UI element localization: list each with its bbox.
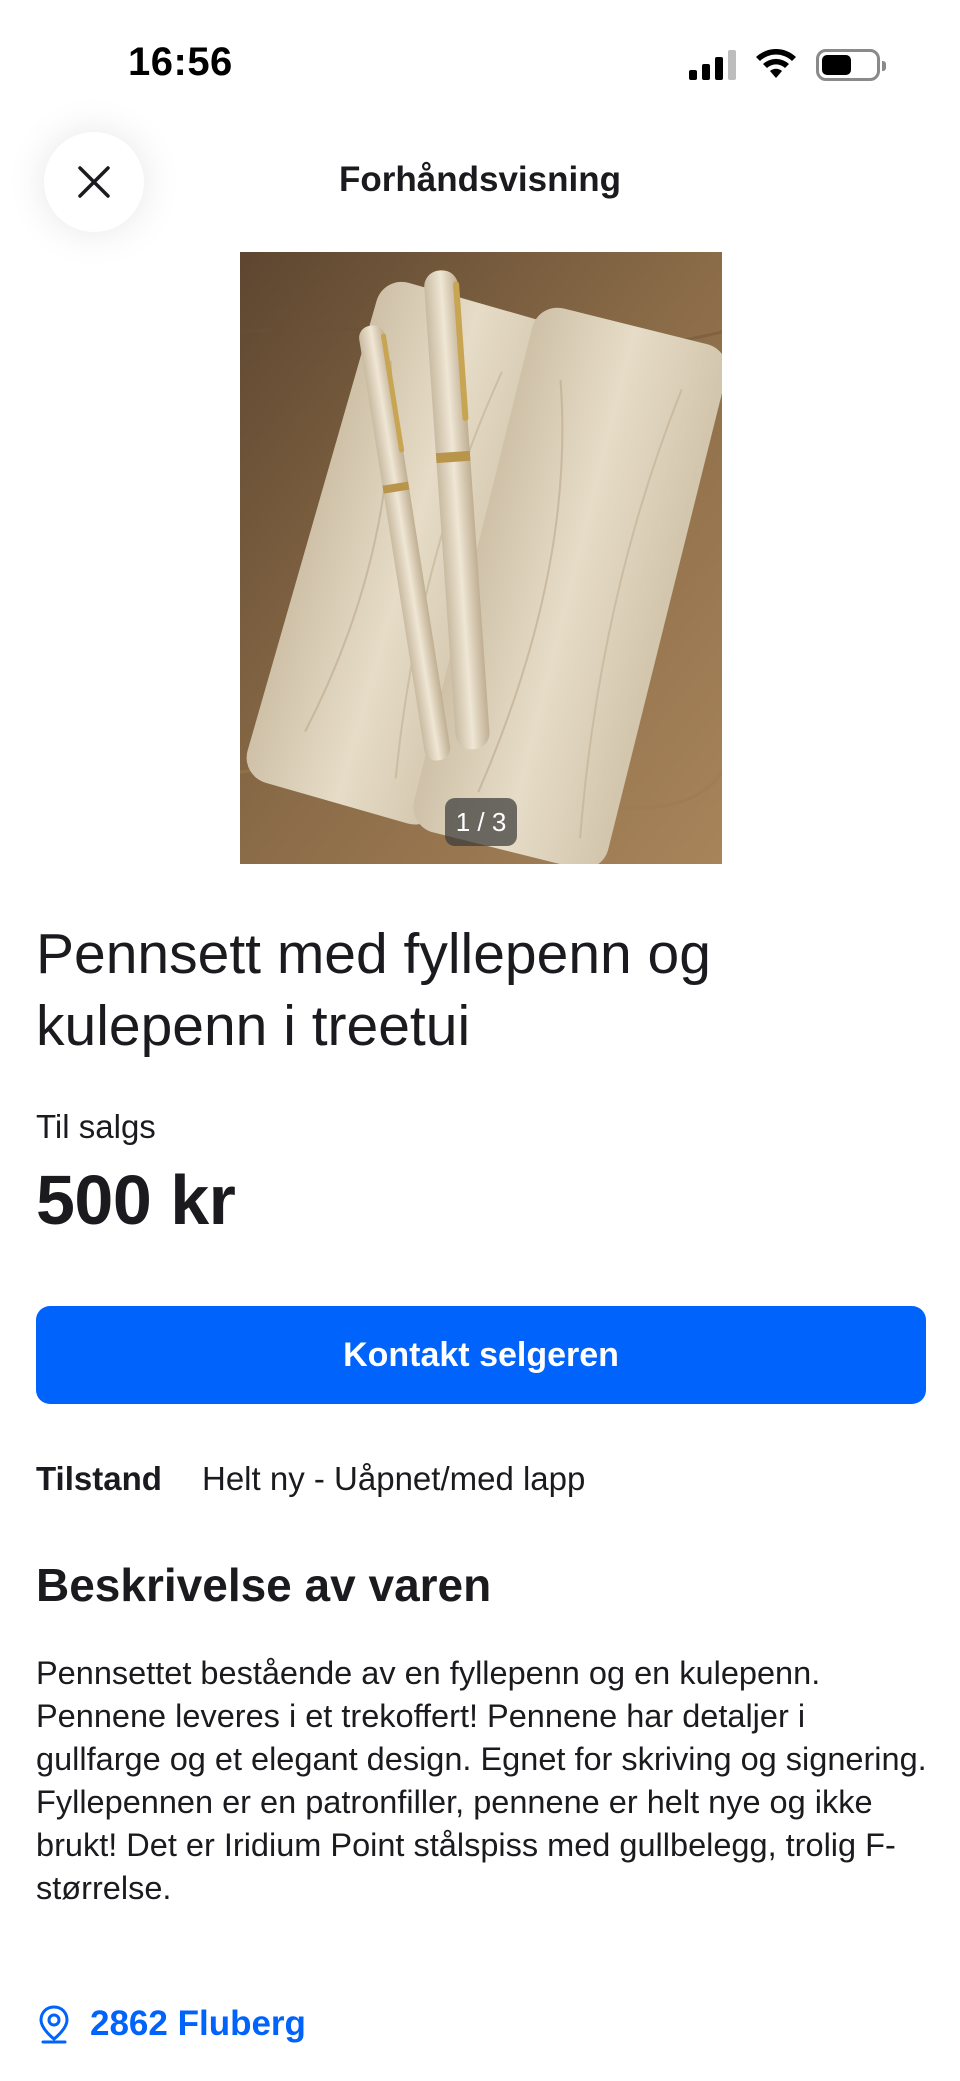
listing-title: Pennsett med fyllepenn og kulepenn i tre… bbox=[36, 922, 711, 1058]
description-paragraph: Fyllepennen er en patronfiller, pennene … bbox=[36, 1784, 896, 1906]
location-link[interactable]: 2862 Fluberg bbox=[36, 2004, 306, 2044]
page-header-title: Forhåndsvisning bbox=[339, 160, 621, 199]
signal-icon bbox=[689, 50, 736, 80]
image-counter: 1 / 3 bbox=[445, 798, 517, 846]
listing-image[interactable] bbox=[240, 252, 722, 864]
description-paragraph: Pennsettet bestående av en fyllepenn og … bbox=[36, 1655, 927, 1777]
status-icons bbox=[689, 48, 886, 82]
contact-seller-button[interactable]: Kontakt selgeren bbox=[36, 1306, 926, 1404]
battery-icon bbox=[816, 49, 886, 81]
sale-type-label: Til salgs bbox=[36, 1108, 156, 1145]
location-pin-icon bbox=[39, 2005, 69, 2044]
status-time: 16:56 bbox=[128, 40, 233, 84]
condition-label: Tilstand bbox=[36, 1460, 162, 1497]
description-heading: Beskrivelse av varen bbox=[36, 1559, 492, 1611]
listing-photo bbox=[240, 252, 722, 864]
listing-price: 500 kr bbox=[36, 1161, 236, 1239]
description-body: Pennsettet bestående av en fyllepenn og … bbox=[36, 1652, 936, 1910]
status-bar: 16:56 bbox=[0, 0, 960, 120]
wifi-icon bbox=[756, 49, 796, 78]
condition-value: Helt ny - Uåpnet/med lapp bbox=[202, 1460, 586, 1497]
location-text: 2862 Fluberg bbox=[90, 2004, 306, 2043]
